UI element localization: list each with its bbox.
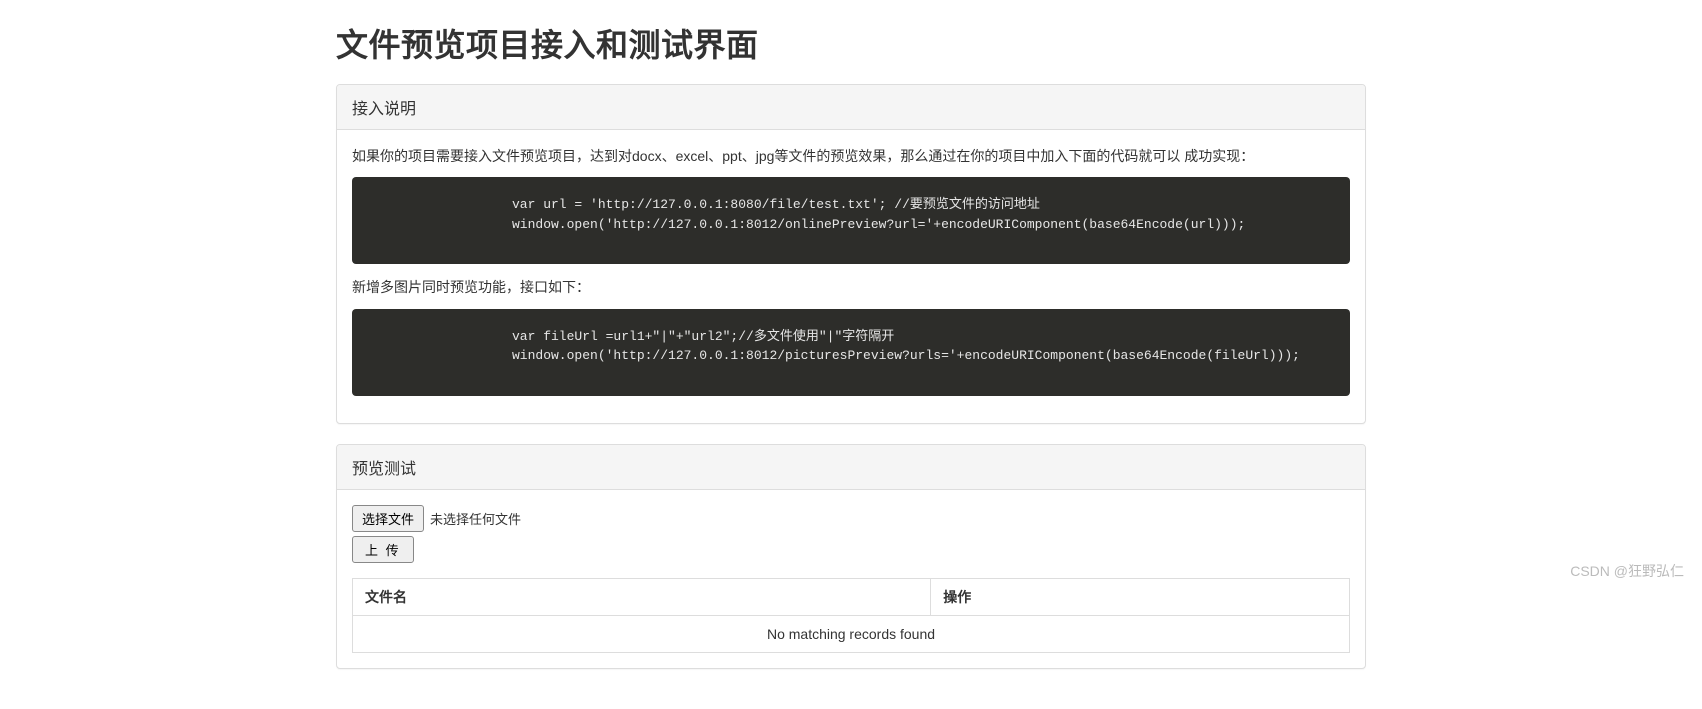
panel-heading-instructions: 接入说明 [337, 85, 1365, 130]
table-header-action: 操作 [931, 578, 1350, 615]
panel-body-preview: 选择文件 未选择任何文件 上 传 文件名 操作 No matching reco… [337, 490, 1365, 668]
intro-text-1: 如果你的项目需要接入文件预览项目，达到对docx、excel、ppt、jpg等文… [352, 145, 1350, 167]
intro-text-2: 新增多图片同时预览功能，接口如下： [352, 276, 1350, 298]
file-status-text: 未选择任何文件 [430, 509, 521, 528]
file-controls: 选择文件 未选择任何文件 上 传 [352, 505, 1350, 563]
table-header-filename: 文件名 [353, 578, 931, 615]
files-table: 文件名 操作 No matching records found [352, 578, 1350, 653]
table-row: No matching records found [353, 615, 1350, 652]
panel-body-instructions: 如果你的项目需要接入文件预览项目，达到对docx、excel、ppt、jpg等文… [337, 130, 1365, 423]
table-header-row: 文件名 操作 [353, 578, 1350, 615]
choose-file-button[interactable]: 选择文件 [352, 505, 424, 532]
main-container: 文件预览项目接入和测试界面 接入说明 如果你的项目需要接入文件预览项目，达到对d… [321, 0, 1381, 709]
panel-heading-preview: 预览测试 [337, 445, 1365, 490]
no-records-cell: No matching records found [353, 615, 1350, 652]
code-block-2: var fileUrl =url1+"|"+"url2";//多文件使用"|"字… [352, 309, 1350, 396]
file-input-row: 选择文件 未选择任何文件 [352, 505, 1350, 532]
code-block-1: var url = 'http://127.0.0.1:8080/file/te… [352, 177, 1350, 264]
panel-integration-instructions: 接入说明 如果你的项目需要接入文件预览项目，达到对docx、excel、ppt、… [336, 84, 1366, 424]
panel-preview-test: 预览测试 选择文件 未选择任何文件 上 传 文件名 操作 N [336, 444, 1366, 669]
page-title: 文件预览项目接入和测试界面 [336, 20, 1366, 66]
watermark-text: CSDN @狂野弘仁 [1570, 561, 1684, 581]
upload-button[interactable]: 上 传 [352, 536, 414, 563]
